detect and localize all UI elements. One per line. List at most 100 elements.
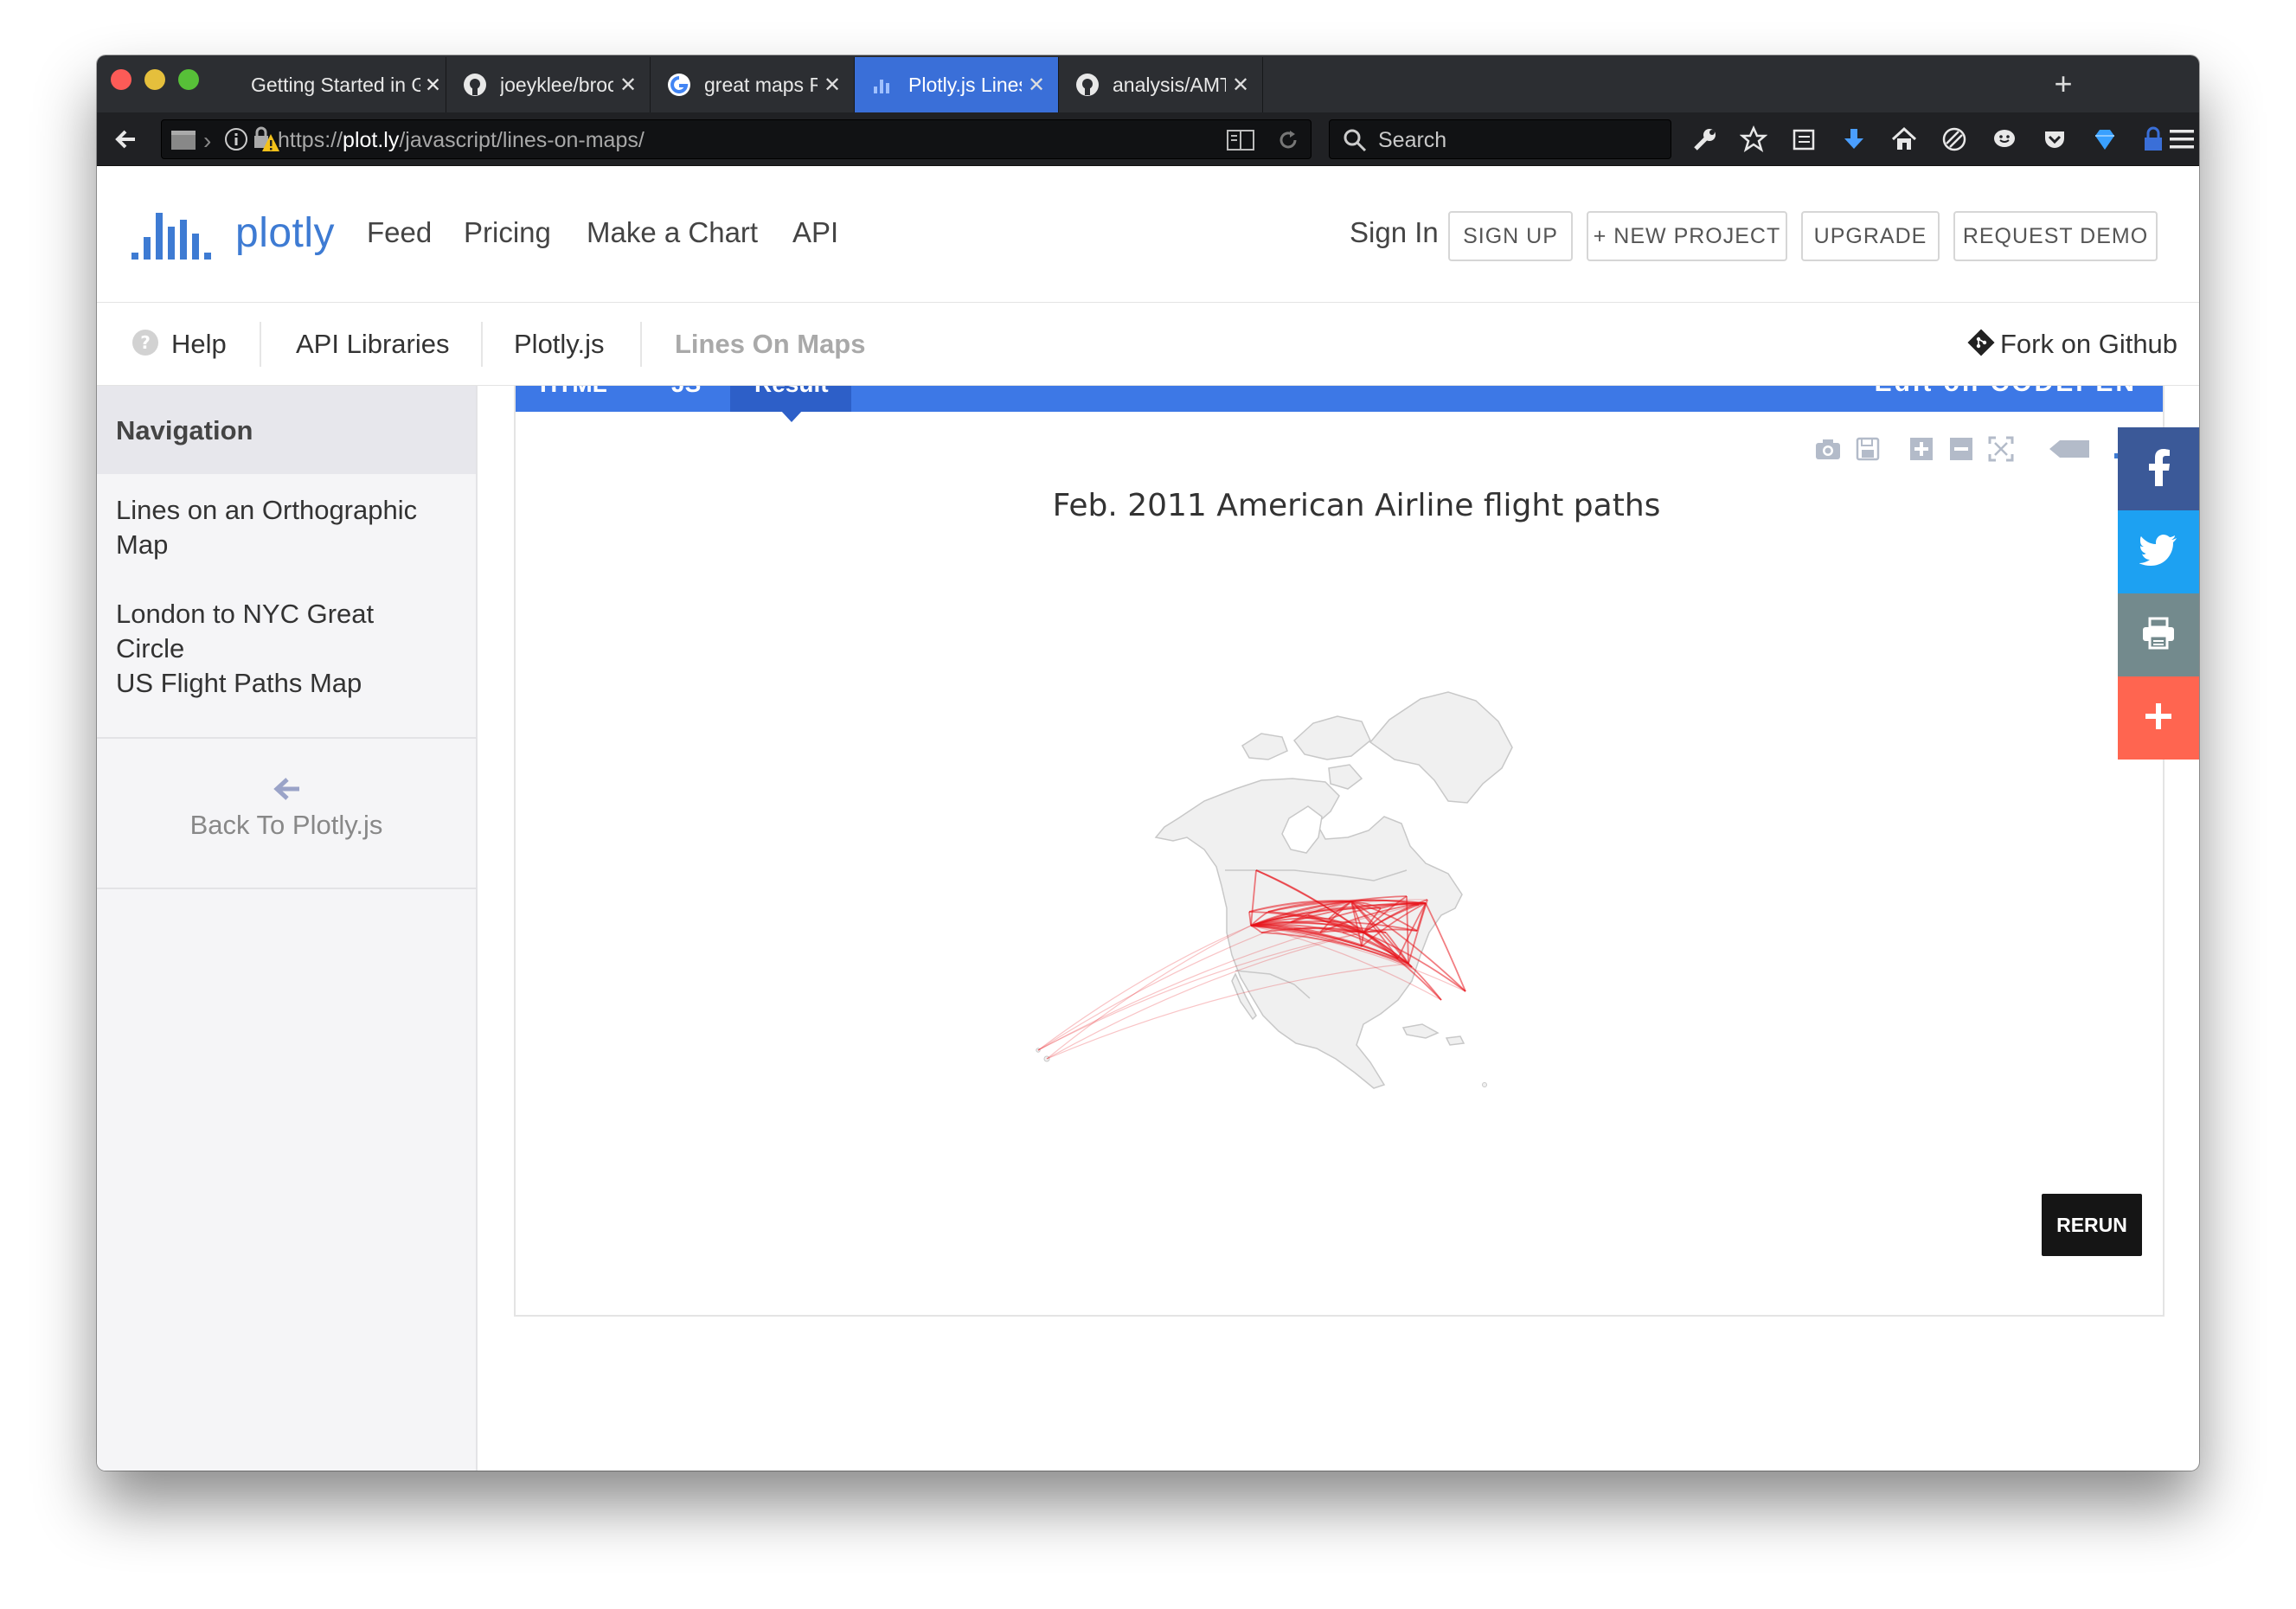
pocket-icon[interactable] <box>2038 123 2071 156</box>
codepen-embed: HTML JS Result Edit on CODEPEN Feb. 2011… <box>514 386 2165 1317</box>
hover-tag-icon[interactable] <box>2047 434 2092 464</box>
new-tab-button[interactable]: + <box>2043 64 2083 104</box>
browser-tab[interactable]: joeyklee/broc-cli-geo: Le... ✕ <box>446 57 651 112</box>
browser-tab[interactable]: analysis/AMT-Analysis-H... ✕ <box>1059 57 1263 112</box>
sidebar-heading: Navigation <box>97 386 476 474</box>
plus-icon <box>2144 702 2173 735</box>
codepen-tab-html[interactable]: HTML <box>540 386 607 398</box>
codepen-tab-bar: HTML JS Result Edit on CODEPEN <box>516 386 2163 412</box>
tab-title: Getting Started in Geo <box>251 73 420 96</box>
camera-icon[interactable] <box>1813 434 1843 464</box>
reset-view-icon[interactable] <box>1986 434 2016 464</box>
extension-stripes-icon[interactable] <box>1938 123 1971 156</box>
git-diamond-icon[interactable] <box>1966 327 1997 362</box>
flight-paths-map[interactable] <box>1035 611 1640 1095</box>
sidebar-link-flight-paths[interactable]: US Flight Paths Map <box>116 666 445 701</box>
browser-tab-active[interactable]: Plotly.js Lines on D3.js-b... ✕ <box>855 57 1059 112</box>
zoom-out-icon[interactable] <box>1946 434 1976 464</box>
url-path: /javascript/lines-on-maps/ <box>399 128 645 152</box>
flight-path-line <box>1046 925 1252 1060</box>
save-disk-icon[interactable] <box>1853 434 1882 464</box>
subnav-help[interactable]: Help <box>171 329 227 360</box>
close-icon[interactable]: ✕ <box>1022 73 1051 98</box>
google-icon <box>666 72 692 98</box>
close-icon: ✕ <box>424 73 442 96</box>
print-share-button[interactable] <box>2118 593 2199 676</box>
close-icon[interactable]: ✕ <box>1226 73 1255 98</box>
sign-in-link[interactable]: Sign In <box>1350 216 1439 249</box>
plotly-logo-icon[interactable] <box>131 202 227 267</box>
tab-title: Plotly.js Lines on D3.js-b... <box>908 73 1022 96</box>
browser-tab[interactable]: great maps R - Google S... ✕ <box>651 57 855 112</box>
landmass-north-america <box>1036 691 1513 1089</box>
sidebar: Navigation Lines on an Orthographic Map … <box>97 386 478 1471</box>
subnav-current-page: Lines On Maps <box>675 329 866 359</box>
site-header: plotly Feed Pricing Make a Chart API Sig… <box>97 166 2199 303</box>
info-icon[interactable] <box>224 127 248 156</box>
fork-on-github-link[interactable]: Fork on Github <box>2000 329 2177 360</box>
search-input[interactable]: Search <box>1329 119 1671 159</box>
subnav-api-libraries[interactable]: API Libraries <box>296 329 449 360</box>
home-icon[interactable] <box>1888 123 1921 156</box>
sidebar-divider <box>97 888 476 889</box>
arrow-left-icon[interactable] <box>270 773 305 808</box>
sidebar-divider <box>97 737 476 739</box>
request-demo-button[interactable]: REQUEST DEMO <box>1953 211 2158 261</box>
plotly-logo-text[interactable]: plotly <box>235 209 335 257</box>
facebook-icon <box>2145 448 2171 490</box>
wrench-icon[interactable] <box>1689 123 1722 156</box>
url-prefix: https:// <box>278 128 343 152</box>
nav-link-api[interactable]: API <box>792 216 838 249</box>
upgrade-button[interactable]: UPGRADE <box>1801 211 1940 261</box>
nav-link-feed[interactable]: Feed <box>367 216 432 249</box>
help-circle-icon[interactable]: ? <box>131 329 159 361</box>
browser-tab[interactable]: Getting Started in Geo <box>227 57 420 112</box>
download-icon[interactable] <box>1837 123 1870 156</box>
facebook-share-button[interactable] <box>2118 427 2199 510</box>
chevron-right-icon: › <box>203 127 212 154</box>
active-tab-caret <box>780 410 803 422</box>
sidebar-toggle-icon[interactable] <box>170 127 196 156</box>
new-project-button[interactable]: + NEW PROJECT <box>1587 211 1787 261</box>
twitter-share-button[interactable] <box>2118 510 2199 593</box>
subnav-plotlyjs[interactable]: Plotly.js <box>514 329 605 360</box>
nav-link-pricing[interactable]: Pricing <box>464 216 551 249</box>
hamburger-menu-icon[interactable] <box>2166 123 2197 156</box>
edit-on-codepen-link[interactable]: Edit on CODEPEN <box>1875 386 2137 398</box>
close-icon[interactable]: ✕ <box>613 73 643 98</box>
gem-icon[interactable] <box>2088 123 2121 156</box>
tab-close-icon[interactable]: ✕ <box>420 57 446 112</box>
url-bar[interactable]: › https://plot.ly/javascript/lines-on-ma… <box>161 119 1312 159</box>
tab-title: analysis/AMT-Analysis-H... <box>1113 73 1226 96</box>
close-icon[interactable]: ✕ <box>818 73 847 98</box>
sign-up-button[interactable]: SIGN UP <box>1448 211 1573 261</box>
more-share-button[interactable] <box>2118 676 2199 760</box>
codepen-tab-result[interactable]: Result <box>754 386 829 398</box>
reader-view-icon[interactable] <box>1226 128 1255 157</box>
window-maximize-button[interactable] <box>178 69 199 90</box>
window-close-button[interactable] <box>111 69 131 90</box>
url-text[interactable]: https://plot.ly/javascript/lines-on-maps… <box>278 128 645 153</box>
codepen-tab-js[interactable]: JS <box>671 386 701 398</box>
chart-title: Feb. 2011 American Airline flight paths <box>1052 488 1661 523</box>
insecure-lock-warning-icon[interactable] <box>252 125 281 157</box>
twitter-icon <box>2139 534 2177 570</box>
reload-icon[interactable] <box>1276 128 1300 157</box>
rerun-button[interactable]: RERUN <box>2042 1194 2142 1256</box>
lock-icon[interactable] <box>2137 123 2170 156</box>
sidebar-link-great-circle[interactable]: London to NYC Great Circle <box>116 597 445 666</box>
sidebar-link-orthographic[interactable]: Lines on an Orthographic Map <box>116 493 445 562</box>
browser-window: Getting Started in Geo ✕ joeyklee/broc-c… <box>97 55 2199 1471</box>
nav-link-make-a-chart[interactable]: Make a Chart <box>587 216 758 249</box>
subnav-divider <box>260 322 261 367</box>
back-arrow-icon[interactable] <box>109 123 142 156</box>
chat-smile-icon[interactable] <box>1988 123 2021 156</box>
zoom-in-icon[interactable] <box>1907 434 1936 464</box>
bookmarks-list-icon[interactable] <box>1787 123 1820 156</box>
search-icon <box>1342 127 1368 157</box>
bookmark-star-icon[interactable] <box>1737 123 1770 156</box>
window-minimize-button[interactable] <box>144 69 165 90</box>
back-to-plotlyjs-link[interactable]: Back To Plotly.js <box>97 810 476 841</box>
search-placeholder: Search <box>1378 128 1447 152</box>
url-host: plot.ly <box>343 128 400 152</box>
